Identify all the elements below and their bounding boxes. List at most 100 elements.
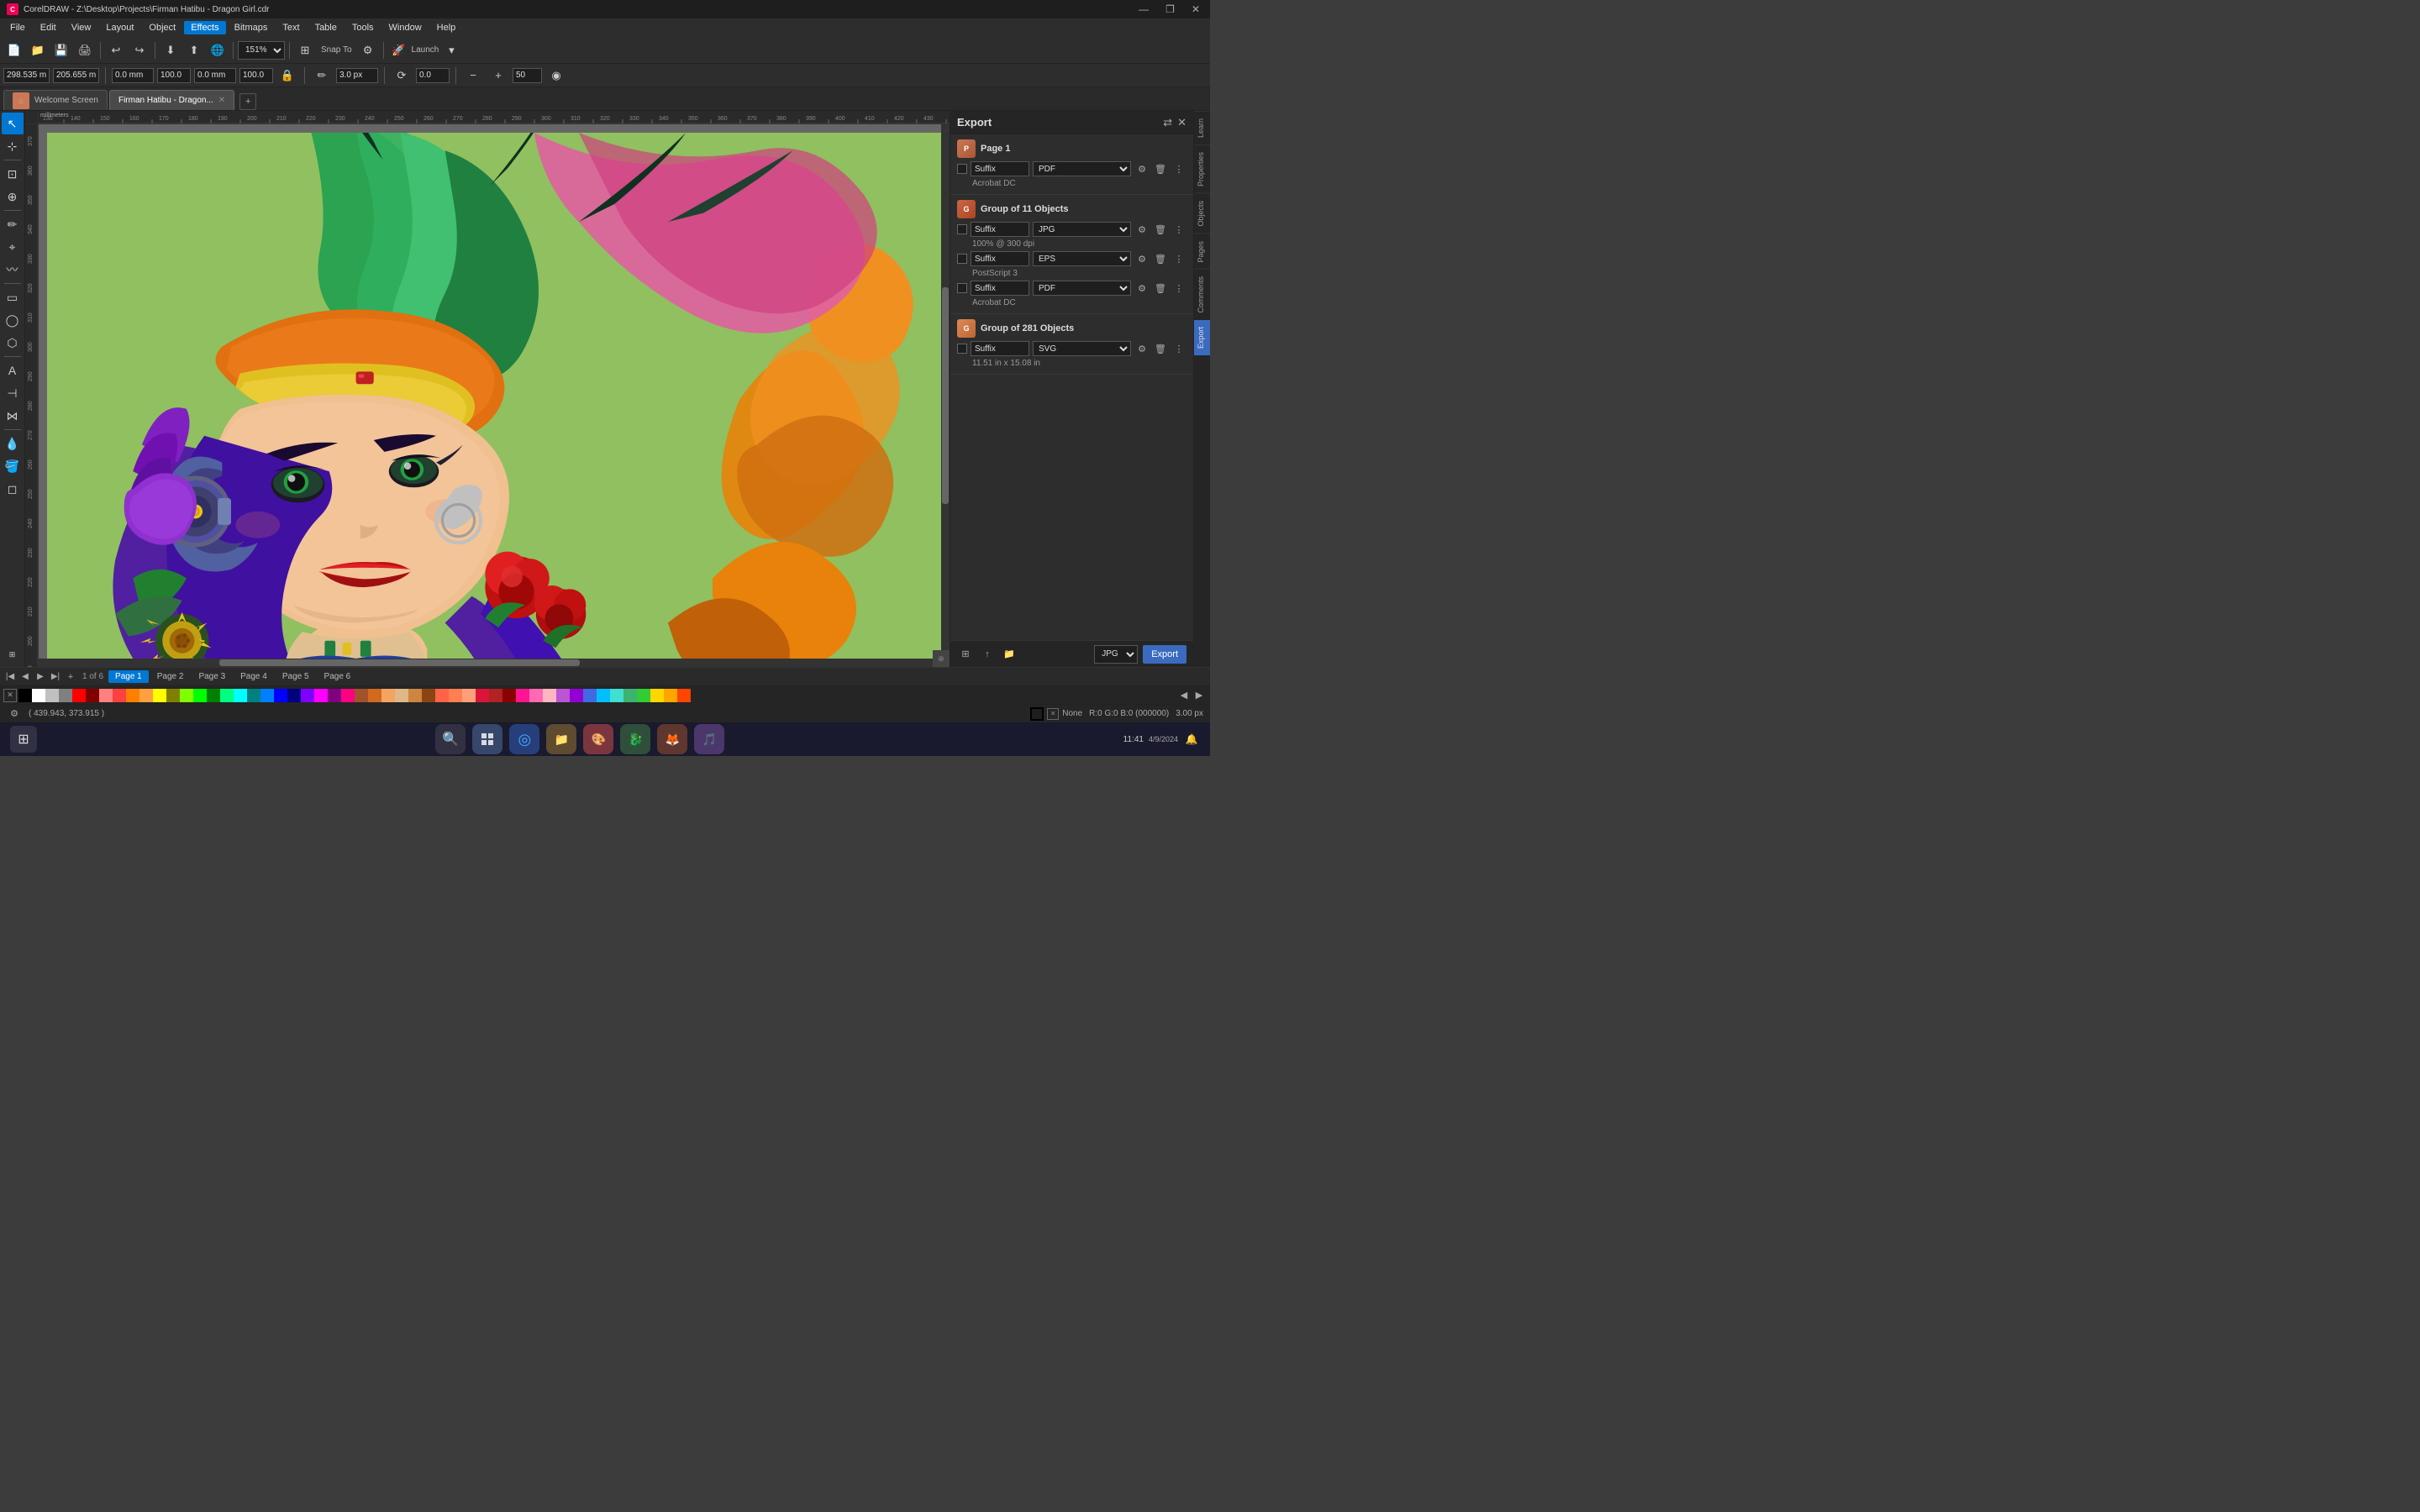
rectangle-tool[interactable]: ▭: [2, 286, 24, 308]
color-chocolate[interactable]: [368, 689, 381, 702]
color-hotpink[interactable]: [341, 689, 355, 702]
crop-tool[interactable]: ⊡: [2, 163, 24, 185]
new-button[interactable]: 📄: [3, 39, 25, 61]
color-hotpink2[interactable]: [529, 689, 543, 702]
color-burlywood[interactable]: [395, 689, 408, 702]
color-lime[interactable]: [180, 689, 193, 702]
group11-eps-more[interactable]: ⋮: [1171, 251, 1186, 266]
color-orange2[interactable]: [664, 689, 677, 702]
page-play-btn[interactable]: ▶: [34, 670, 47, 684]
color-purple[interactable]: [301, 689, 314, 702]
save-button[interactable]: 💾: [50, 39, 72, 61]
taskbar-app1[interactable]: 🐉: [620, 724, 650, 754]
color-firebrick[interactable]: [489, 689, 502, 702]
taskbar-explorer[interactable]: 📁: [546, 724, 576, 754]
export-format-select-bottom[interactable]: JPGPDFEPSSVGPNG: [1094, 645, 1138, 664]
menu-bitmaps[interactable]: Bitmaps: [228, 21, 275, 34]
color-deepskyblue[interactable]: [597, 689, 610, 702]
menu-file[interactable]: File: [3, 21, 32, 34]
color-mint[interactable]: [220, 689, 234, 702]
width-pct-input[interactable]: [157, 68, 191, 83]
group11-jpg-more[interactable]: ⋮: [1171, 222, 1186, 237]
menu-help[interactable]: Help: [430, 21, 463, 34]
color-orange[interactable]: [126, 689, 139, 702]
page-tab-5[interactable]: Page 5: [276, 670, 316, 683]
outline-tool[interactable]: ◻: [2, 478, 24, 500]
color-darkred[interactable]: [502, 689, 516, 702]
color-medseagreen[interactable]: [623, 689, 637, 702]
export-button[interactable]: Export: [1143, 645, 1186, 664]
tab-properties[interactable]: Properties: [1194, 144, 1210, 193]
color-lightsalmon[interactable]: [462, 689, 476, 702]
taskbar-taskview[interactable]: [472, 724, 502, 754]
group281-svg-more[interactable]: ⋮: [1171, 341, 1186, 356]
close-button[interactable]: ✕: [1188, 3, 1203, 15]
artmedia-tool[interactable]: 〰: [2, 259, 24, 281]
group11-pdf-more[interactable]: ⋮: [1171, 281, 1186, 296]
color-coral[interactable]: [449, 689, 462, 702]
export-folder-btn[interactable]: 📁: [1001, 646, 1018, 663]
group11-eps-checkbox[interactable]: [957, 254, 967, 264]
panel-close-btn[interactable]: ✕: [1177, 116, 1186, 129]
tab-pages[interactable]: Pages: [1194, 234, 1210, 270]
menu-tools[interactable]: Tools: [345, 21, 381, 34]
tab-learn[interactable]: Learn: [1194, 111, 1210, 144]
color-fuchsia[interactable]: [314, 689, 328, 702]
tab-objects[interactable]: Objects: [1194, 193, 1210, 234]
color-blue[interactable]: [274, 689, 287, 702]
import-button[interactable]: ⬇: [160, 39, 182, 61]
palette-scroll-left[interactable]: ◀: [1176, 688, 1192, 703]
group11-jpg-format[interactable]: JPGPDFEPSSVGPNG: [1033, 222, 1131, 237]
page-tab-6[interactable]: Page 6: [318, 670, 358, 683]
publish-button[interactable]: 🌐: [207, 39, 229, 61]
color-maroon[interactable]: [86, 689, 99, 702]
page-tab-2[interactable]: Page 2: [150, 670, 191, 683]
title-bar-controls[interactable]: — ❐ ✕: [1135, 3, 1203, 15]
page-prev-btn[interactable]: ◀: [18, 670, 32, 684]
color-lightorange[interactable]: [139, 689, 153, 702]
page-tab-3[interactable]: Page 3: [192, 670, 232, 683]
y-position-input[interactable]: [53, 68, 99, 83]
page1-entry0-delete[interactable]: 🗑: [1153, 161, 1168, 176]
color-deeppink[interactable]: [516, 689, 529, 702]
taskbar-app3[interactable]: 🎵: [694, 724, 724, 754]
color-crimson[interactable]: [476, 689, 489, 702]
tab-welcome[interactable]: ⌂ Welcome Screen: [3, 90, 108, 110]
open-button[interactable]: 📁: [27, 39, 49, 61]
drawing-canvas[interactable]: ⊕: [39, 124, 950, 667]
canvas-zoom-btn[interactable]: ⊕: [933, 650, 950, 667]
menu-text[interactable]: Text: [276, 21, 306, 34]
launch-button[interactable]: 🚀: [388, 39, 410, 61]
menu-table[interactable]: Table: [308, 21, 344, 34]
polygon-tool[interactable]: ⬡: [2, 332, 24, 354]
redo-button[interactable]: ↪: [129, 39, 150, 61]
undo-button[interactable]: ↩: [105, 39, 127, 61]
group281-svg-format[interactable]: SVGJPGPDFEPSPNG: [1033, 341, 1131, 356]
export-add-preset-btn[interactable]: ⊞: [957, 646, 974, 663]
tab-add-button[interactable]: +: [239, 93, 256, 110]
nib-size-up[interactable]: +: [487, 65, 509, 87]
page1-entry0-more[interactable]: ⋮: [1171, 161, 1186, 176]
color-lightpink[interactable]: [543, 689, 556, 702]
no-fill-swatch[interactable]: ✕: [3, 689, 17, 702]
color-royalblue[interactable]: [583, 689, 597, 702]
group11-eps-delete[interactable]: 🗑: [1153, 251, 1168, 266]
snap-btn[interactable]: ⊞: [294, 39, 316, 61]
color-darkpurple[interactable]: [328, 689, 341, 702]
menu-effects[interactable]: Effects: [184, 21, 225, 34]
width-input[interactable]: [112, 68, 154, 83]
tab-export-active[interactable]: Export: [1194, 320, 1210, 355]
nib-size-input[interactable]: [513, 68, 542, 83]
export-button[interactable]: ⬆: [183, 39, 205, 61]
color-olive[interactable]: [166, 689, 180, 702]
page1-entry0-format[interactable]: PDFJPGEPSSVGPNG: [1033, 161, 1131, 176]
group11-pdf-settings[interactable]: ⚙: [1134, 281, 1150, 296]
taskbar-notifications[interactable]: 🔔: [1183, 731, 1200, 748]
snap-settings[interactable]: ⚙: [357, 39, 379, 61]
node-edit-tool[interactable]: ⊹: [2, 135, 24, 157]
tab-close-icon[interactable]: ✕: [218, 96, 225, 105]
menu-window[interactable]: Window: [382, 21, 429, 34]
tab-document[interactable]: Firman Hatibu - Dragon... ✕: [109, 90, 234, 110]
zoom-dropdown[interactable]: 151% 100% 200% 50%: [238, 41, 285, 60]
group281-svg-checkbox[interactable]: [957, 344, 967, 354]
